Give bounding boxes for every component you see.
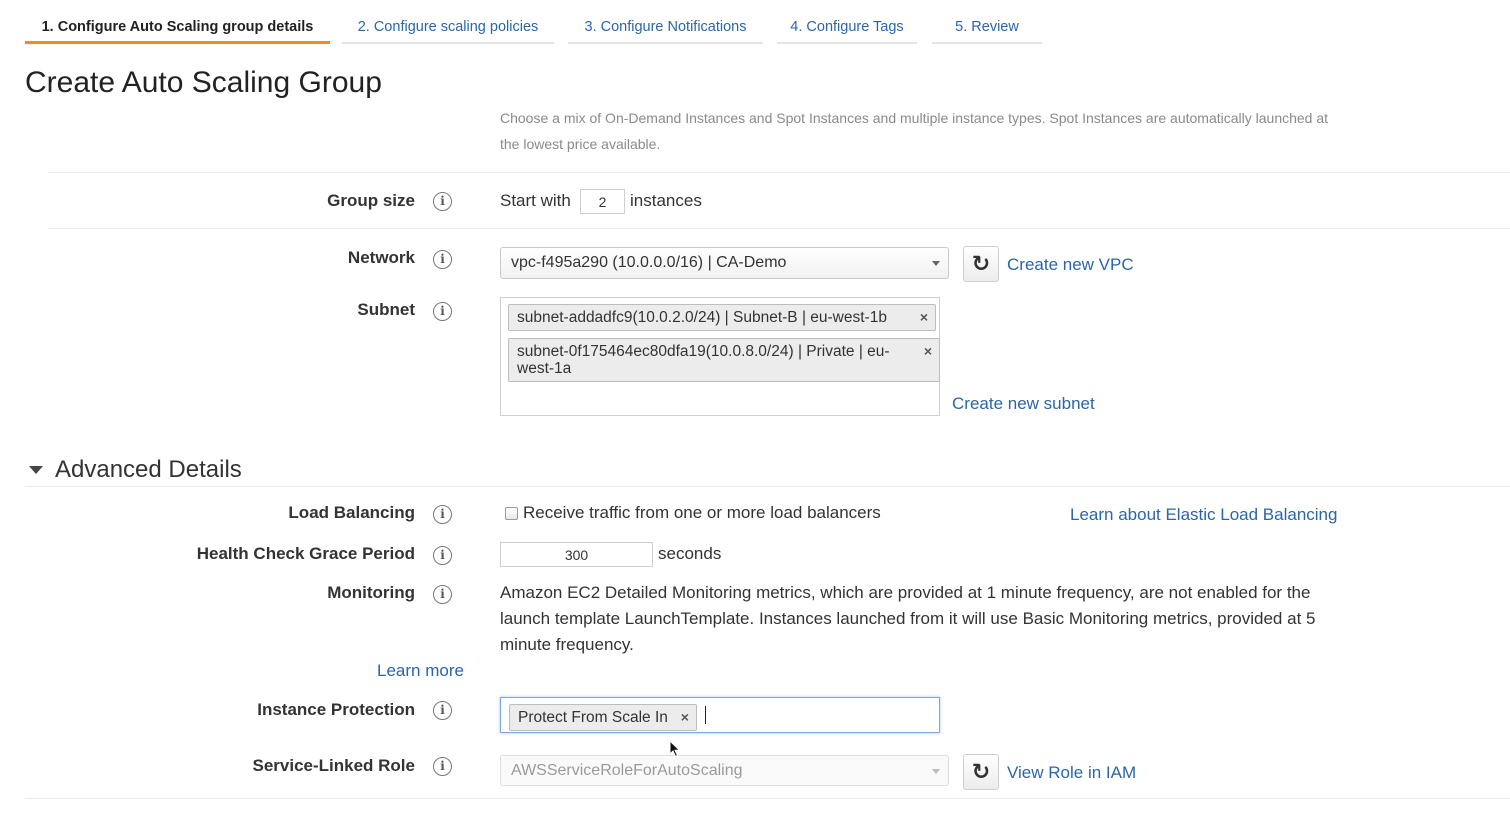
page-title: Create Auto Scaling Group <box>25 66 382 99</box>
tab-configure-notifications[interactable]: 3. Configure Notifications <box>568 0 763 44</box>
monitoring-description: Amazon EC2 Detailed Monitoring metrics, … <box>500 583 1316 654</box>
divider <box>48 228 1510 229</box>
tab-review[interactable]: 5. Review <box>932 0 1042 44</box>
info-icon[interactable]: i <box>433 757 452 776</box>
instance-protection-label: Instance Protection <box>257 700 415 719</box>
load-balancer-checkbox-label[interactable]: Receive traffic from one or more load ba… <box>523 503 881 523</box>
info-icon[interactable]: i <box>433 192 452 211</box>
divider <box>25 798 1510 799</box>
group-size-label: Group size <box>327 191 415 210</box>
health-check-label: Health Check Grace Period <box>196 544 415 563</box>
refresh-vpc-button[interactable]: ↻ <box>963 246 999 282</box>
group-size-prefix: Start with <box>500 191 571 210</box>
tab-underline <box>568 42 763 44</box>
divider <box>48 172 1510 173</box>
network-selected-value: vpc-f495a290 (10.0.0.0/16) | CA-Demo <box>511 254 787 271</box>
info-icon[interactable]: i <box>433 302 452 321</box>
subnet-label: Subnet <box>357 300 415 319</box>
info-icon[interactable]: i <box>433 701 452 720</box>
learn-more-link[interactable]: Learn more <box>377 661 464 681</box>
mouse-cursor-icon <box>669 740 681 758</box>
network-label: Network <box>347 248 415 267</box>
load-balancing-label: Load Balancing <box>288 503 415 522</box>
create-new-vpc-link[interactable]: Create new VPC <box>1007 255 1134 275</box>
chevron-down-icon <box>932 261 940 266</box>
chevron-down-icon <box>932 769 940 774</box>
subnet-multiselect[interactable]: subnet-addadfc9(10.0.2.0/24) | Subnet-B … <box>500 297 940 416</box>
instance-protection-chip: Protect From Scale In × <box>509 704 697 731</box>
tab-configure-group-details[interactable]: 1. Configure Auto Scaling group details <box>25 0 330 44</box>
create-new-subnet-link[interactable]: Create new subnet <box>952 394 1095 414</box>
tab-underline <box>342 42 554 44</box>
page-description: Choose a mix of On-Demand Instances and … <box>500 110 1329 152</box>
divider <box>25 486 1510 487</box>
network-select[interactable]: vpc-f495a290 (10.0.0.0/16) | CA-Demo <box>500 247 949 279</box>
health-check-input[interactable] <box>500 542 653 567</box>
learn-elb-link[interactable]: Learn about Elastic Load Balancing <box>1070 505 1337 525</box>
instance-protection-multiselect[interactable]: Protect From Scale In × <box>500 697 940 733</box>
close-icon[interactable]: × <box>920 309 928 326</box>
text-cursor <box>705 706 706 724</box>
service-role-selected-value: AWSServiceRoleForAutoScaling <box>511 762 743 779</box>
tab-underline <box>932 42 1042 44</box>
monitoring-label: Monitoring <box>327 583 415 602</box>
load-balancer-checkbox[interactable] <box>505 507 518 520</box>
info-icon[interactable]: i <box>433 505 452 524</box>
subnet-chip-label: subnet-0f175464ec80dfa19(10.0.8.0/24) | … <box>517 343 890 377</box>
tab-label: 1. Configure Auto Scaling group details <box>41 19 314 35</box>
advanced-details-title[interactable]: Advanced Details <box>55 456 242 484</box>
instance-protection-chip-label: Protect From Scale In <box>518 709 668 726</box>
info-icon[interactable]: i <box>433 250 452 269</box>
tab-active-underline <box>25 41 330 44</box>
health-check-unit: seconds <box>658 544 722 563</box>
tab-label: 4. Configure Tags <box>790 19 904 35</box>
service-linked-role-label: Service-Linked Role <box>252 756 415 775</box>
refresh-role-button[interactable]: ↻ <box>963 754 999 790</box>
tab-configure-tags[interactable]: 4. Configure Tags <box>777 0 917 44</box>
tab-configure-scaling-policies[interactable]: 2. Configure scaling policies <box>342 0 554 44</box>
view-role-in-iam-link[interactable]: View Role in IAM <box>1007 763 1136 783</box>
info-icon[interactable]: i <box>433 585 452 604</box>
group-size-suffix: instances <box>630 191 702 210</box>
group-size-input[interactable] <box>580 189 625 214</box>
close-icon[interactable]: × <box>924 343 932 360</box>
tab-underline <box>777 42 917 44</box>
close-icon[interactable]: × <box>681 709 689 726</box>
service-role-select[interactable]: AWSServiceRoleForAutoScaling <box>500 755 949 786</box>
tab-label: 2. Configure scaling policies <box>357 19 539 35</box>
subnet-chip-label: subnet-addadfc9(10.0.2.0/24) | Subnet-B … <box>517 309 887 326</box>
info-icon[interactable]: i <box>433 546 452 565</box>
tab-label: 3. Configure Notifications <box>584 19 747 35</box>
subnet-chip: subnet-addadfc9(10.0.2.0/24) | Subnet-B … <box>508 304 936 331</box>
collapse-triangle-icon[interactable] <box>29 466 43 474</box>
subnet-chip: subnet-0f175464ec80dfa19(10.0.8.0/24) | … <box>508 338 940 382</box>
tab-label: 5. Review <box>955 19 1019 35</box>
